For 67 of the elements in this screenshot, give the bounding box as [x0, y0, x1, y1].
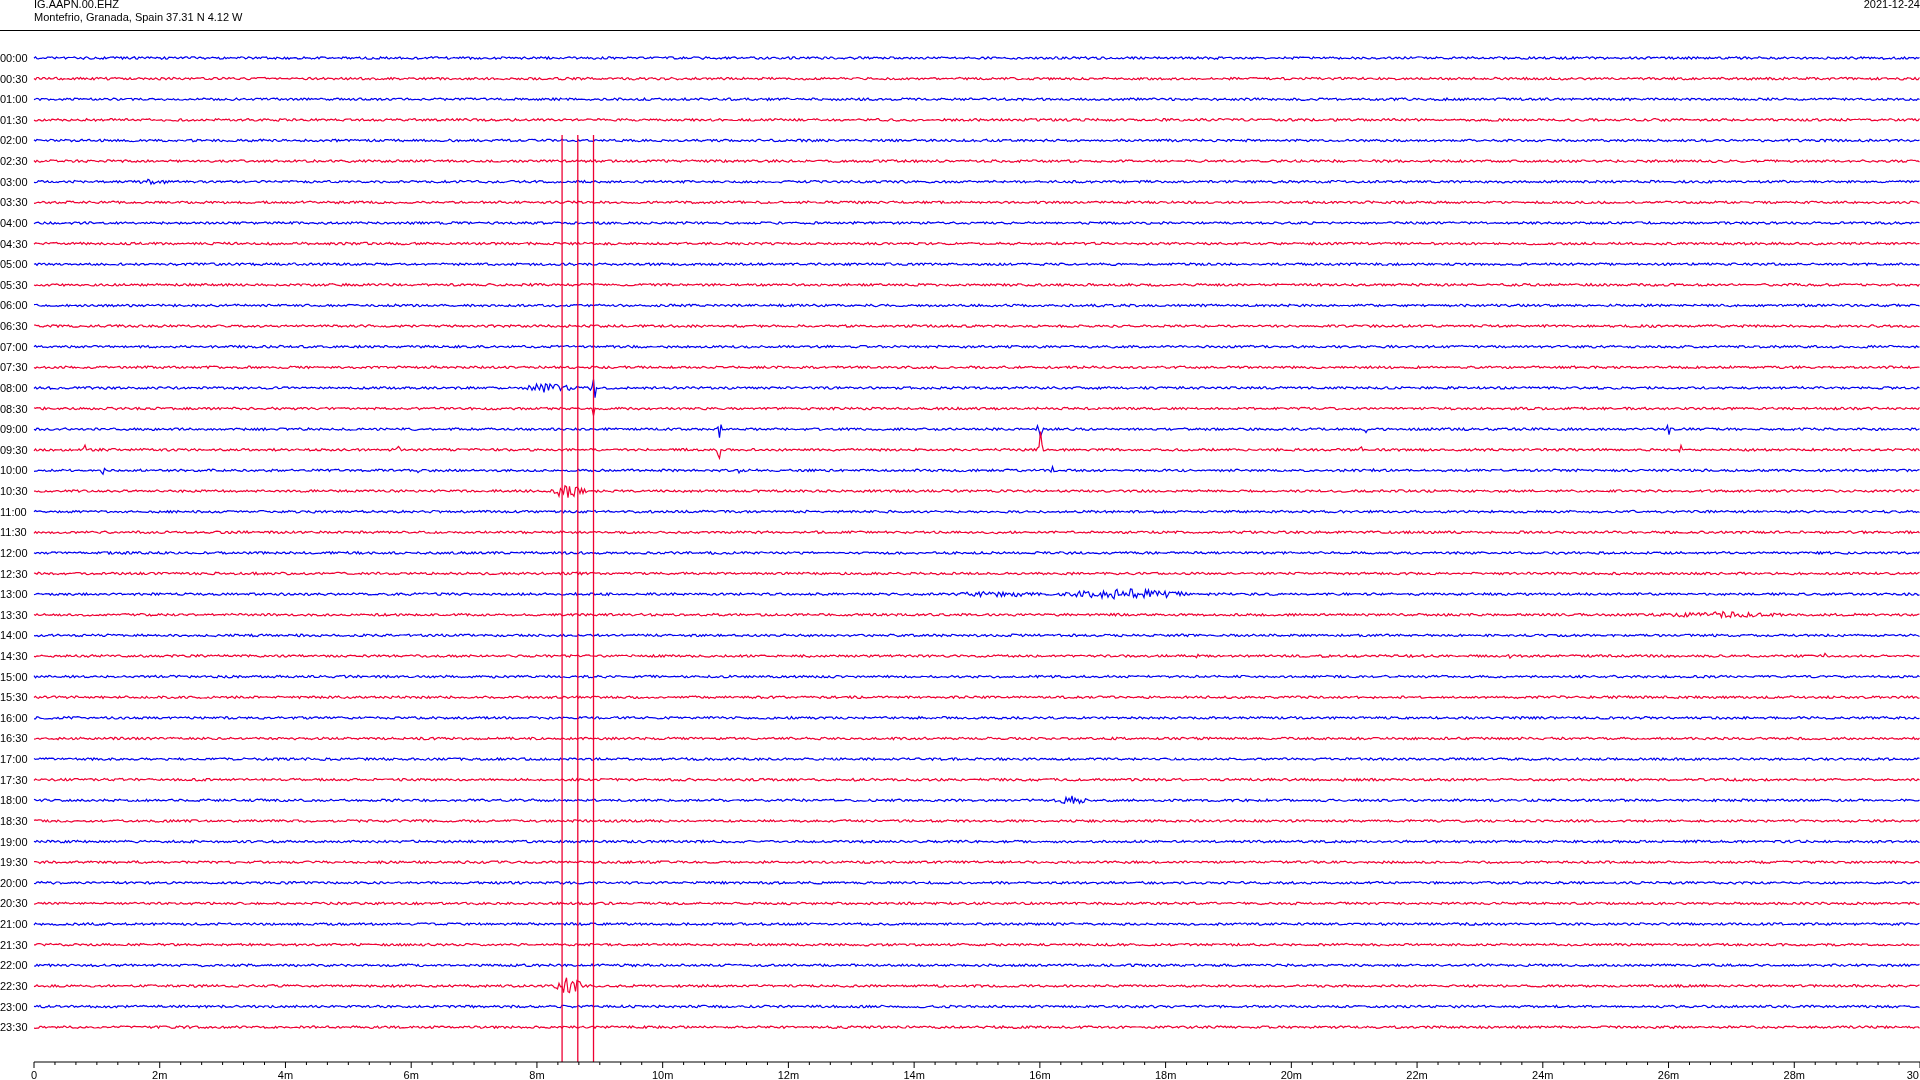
axis-tick-label: 8m	[529, 1069, 545, 1080]
axis-tick-label: 2m	[152, 1069, 168, 1080]
row-time-label: 08:30	[0, 402, 28, 415]
row-time-label: 11:30	[0, 526, 27, 539]
axis-tick-label: 4m	[277, 1069, 294, 1080]
axis-tick-label: 22m	[1406, 1069, 1428, 1080]
row-time-label: 04:00	[0, 216, 28, 229]
axis-tick-label: 28m	[1783, 1069, 1805, 1080]
row-time-label: 02:30	[0, 155, 28, 168]
row-time-label: 16:30	[0, 732, 28, 745]
row-time-label: 18:30	[0, 814, 28, 827]
row-time-label: 23:00	[0, 1000, 28, 1013]
row-time-label: 05:30	[0, 278, 28, 291]
row-time-label: 07:00	[0, 340, 28, 353]
row-time-label: 20:30	[0, 897, 28, 910]
axis-tick-label: 10m	[651, 1069, 674, 1080]
row-time-label: 15:00	[0, 670, 28, 683]
row-time-label: 19:00	[0, 835, 28, 848]
axis-tick-label: 6m	[403, 1069, 419, 1080]
row-time-label: 22:30	[0, 979, 28, 992]
row-time-label: 23:30	[0, 1021, 28, 1034]
row-time-label: 16:00	[0, 711, 28, 724]
row-time-label: 11:00	[0, 505, 27, 518]
row-time-label: 20:00	[0, 876, 28, 889]
row-time-label: 12:30	[0, 567, 28, 580]
axis-tick-label: 26m	[1657, 1069, 1680, 1080]
row-time-label: 14:00	[0, 629, 28, 642]
row-time-label: 19:30	[0, 856, 28, 869]
row-time-label: 02:00	[0, 134, 28, 147]
station-code: IG.AAPN.00.EHZ	[34, 0, 120, 11]
row-time-label: 13:30	[0, 608, 28, 621]
row-time-label: 06:00	[0, 299, 28, 312]
row-time-label: 14:30	[0, 650, 28, 662]
row-time-label: 13:00	[0, 588, 28, 601]
axis-tick-label: 12m	[777, 1069, 800, 1080]
row-time-label: 18:00	[0, 794, 28, 807]
row-time-label: 01:30	[0, 113, 28, 126]
axis-tick-label: 30	[1906, 1069, 1919, 1080]
row-time-label: 04:30	[0, 237, 28, 250]
date-label: 2021-12-24	[1863, 0, 1920, 12]
axis-tick-label: 20m	[1280, 1069, 1303, 1080]
station-location: Montefrio, Granada, Spain 37.31 N 4.12 W	[34, 11, 243, 24]
row-time-label: 21:30	[0, 938, 28, 951]
row-time-label: 21:00	[0, 918, 28, 931]
axis-tick-label: 14m	[903, 1069, 925, 1080]
row-time-label: 10:30	[0, 485, 28, 497]
axis-tick-label: 16m	[1029, 1069, 1051, 1080]
row-time-label: 05:00	[0, 258, 28, 271]
row-time-label: 00:00	[0, 52, 28, 64]
row-time-label: 12:00	[0, 546, 28, 559]
row-time-label: 22:00	[0, 959, 28, 972]
axis-tick-label: 0	[30, 1069, 38, 1080]
row-time-label: 10:00	[0, 464, 28, 477]
axis-tick-label: 24m	[1532, 1069, 1554, 1080]
row-time-label: 03:00	[0, 175, 28, 188]
row-time-label: 09:30	[0, 443, 28, 456]
axis-tick-label: 18m	[1154, 1069, 1177, 1080]
row-time-label: 09:00	[0, 423, 28, 436]
row-time-label: 17:30	[0, 773, 28, 786]
row-time-label: 07:30	[0, 361, 28, 374]
row-time-label: 17:00	[0, 753, 28, 766]
row-time-label: 15:30	[0, 691, 28, 704]
row-time-label: 00:30	[0, 72, 28, 85]
row-time-label: 03:30	[0, 196, 28, 209]
row-time-label: 01:00	[0, 93, 28, 106]
row-time-label: 08:00	[0, 381, 28, 394]
row-time-label: 06:30	[0, 320, 28, 333]
